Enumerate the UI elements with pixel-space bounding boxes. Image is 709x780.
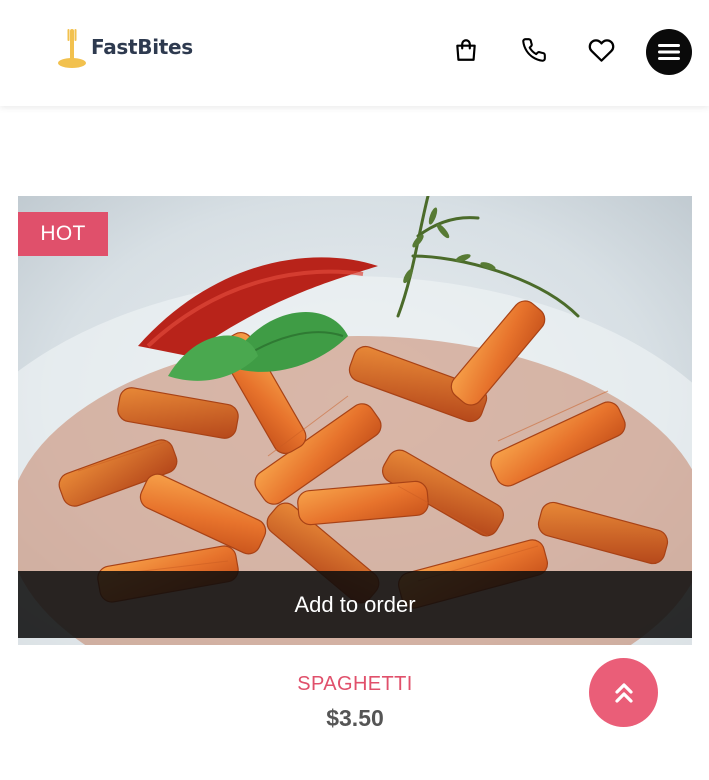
page: FastBites HOT Add to order SPAGHETTI $3.…	[0, 0, 709, 780]
double-chevron-up-icon	[614, 682, 633, 703]
brand-name: FastBites	[91, 35, 193, 59]
site-header: FastBites	[0, 0, 709, 106]
scroll-to-top-button[interactable]	[589, 658, 658, 727]
product-price: $3.50	[326, 705, 384, 731]
add-to-order-button[interactable]: Add to order	[18, 571, 692, 638]
hot-badge: HOT	[18, 212, 108, 256]
fork-logo-icon	[58, 29, 86, 68]
hamburger-menu-icon	[658, 44, 680, 60]
product-card: HOT Add to order SPAGHETTI $3.50	[18, 196, 692, 756]
brand-logo[interactable]: FastBites	[55, 24, 193, 70]
product-image[interactable]: HOT Add to order	[18, 196, 692, 645]
heart-icon[interactable]	[584, 33, 618, 67]
hamburger-menu-button[interactable]	[646, 29, 692, 75]
phone-icon[interactable]	[517, 33, 551, 67]
shopping-bag-icon[interactable]	[449, 33, 483, 67]
